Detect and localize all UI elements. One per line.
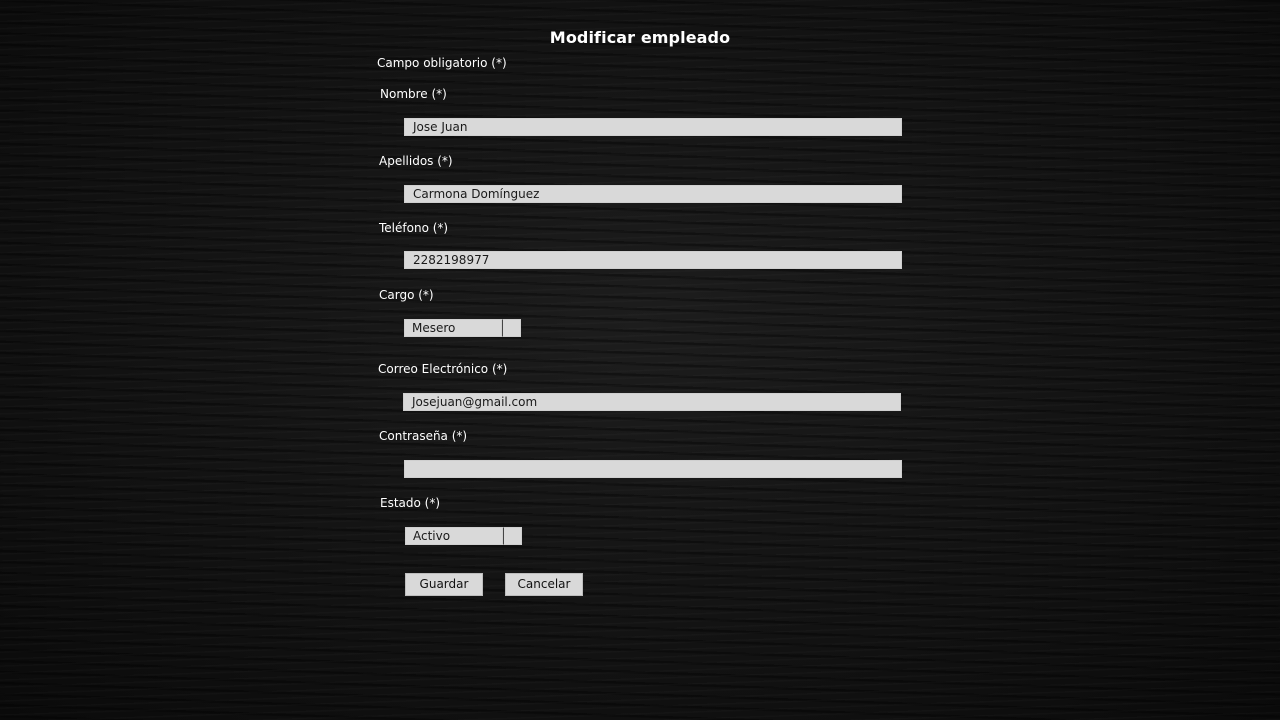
contrasena-input[interactable] bbox=[404, 460, 902, 478]
apellidos-input[interactable]: Carmona Domínguez bbox=[404, 185, 902, 203]
nombre-label: Nombre (*) bbox=[380, 87, 447, 101]
correo-input[interactable]: Josejuan@gmail.com bbox=[403, 393, 901, 411]
correo-label: Correo Electrónico (*) bbox=[378, 362, 508, 376]
estado-label: Estado (*) bbox=[380, 496, 441, 510]
telefono-input[interactable]: 2282198977 bbox=[404, 251, 902, 269]
page-title: Modificar empleado bbox=[549, 28, 731, 47]
estado-select[interactable]: Activo bbox=[405, 527, 522, 545]
nombre-input[interactable]: Jose Juan bbox=[404, 118, 902, 136]
cargo-dropdown-button[interactable] bbox=[502, 319, 521, 337]
telefono-label: Teléfono (*) bbox=[379, 221, 449, 235]
cargo-select-value[interactable]: Mesero bbox=[404, 319, 502, 337]
estado-dropdown-button[interactable] bbox=[503, 527, 522, 545]
cancel-button[interactable]: Cancelar bbox=[505, 573, 583, 596]
cargo-label: Cargo (*) bbox=[379, 288, 434, 302]
contrasena-label: Contraseña (*) bbox=[379, 429, 468, 443]
estado-select-value[interactable]: Activo bbox=[405, 527, 503, 545]
cargo-select[interactable]: Mesero bbox=[404, 319, 521, 337]
save-button[interactable]: Guardar bbox=[405, 573, 483, 596]
apellidos-label: Apellidos (*) bbox=[379, 154, 453, 168]
required-field-note: Campo obligatorio (*) bbox=[377, 56, 507, 70]
